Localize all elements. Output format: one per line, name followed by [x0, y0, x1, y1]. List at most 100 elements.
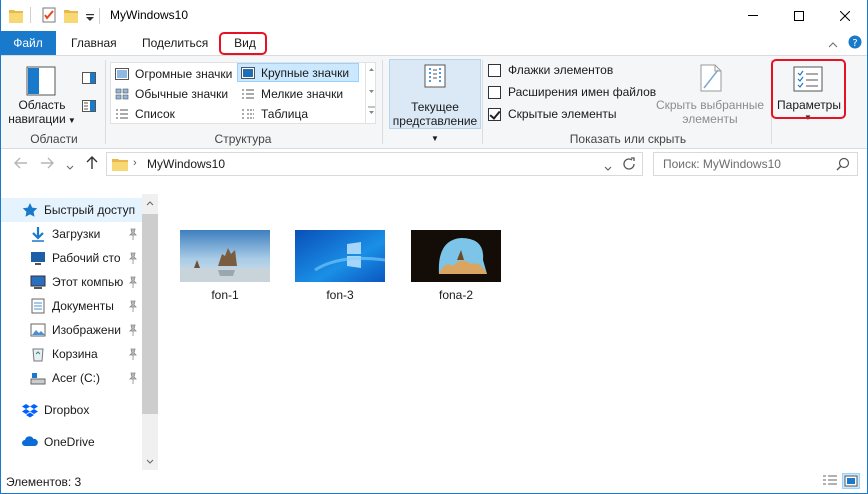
pin-icon[interactable]: [128, 372, 138, 384]
details-pane-icon[interactable]: [82, 100, 96, 115]
layout-large-icons[interactable]: Крупные значки: [237, 63, 359, 82]
svg-text:?: ?: [852, 38, 857, 49]
preview-pane-icon[interactable]: [82, 72, 96, 87]
checkbox-file-extensions[interactable]: Расширения имен файлов: [488, 82, 656, 102]
ribbon-tabs: Файл Главная Поделиться Вид ?: [0, 31, 868, 55]
pin-icon[interactable]: [128, 348, 138, 360]
file-name-fon-1[interactable]: fon-1: [180, 288, 270, 302]
customize-toolbar-icon[interactable]: [86, 11, 94, 25]
nav-item-drive-c[interactable]: Acer (C:): [0, 366, 142, 390]
nav-item-documents[interactable]: Документы: [0, 294, 142, 318]
breadcrumb[interactable]: MyWindows10: [147, 157, 225, 171]
image-thumbnail-icon: [295, 230, 386, 282]
current-view-button[interactable]: Текущее представление ▼: [389, 59, 481, 143]
details-view-icon[interactable]: [822, 474, 838, 491]
new-folder-icon[interactable]: [64, 7, 78, 26]
layout-extra-large-icons[interactable]: Огромные значки: [115, 64, 237, 83]
gallery-scroll[interactable]: [365, 63, 376, 123]
pin-icon[interactable]: [128, 324, 138, 336]
layout-label: Огромные значки: [135, 66, 233, 81]
nav-item-dropbox[interactable]: Dropbox: [0, 398, 142, 422]
list-icon: [116, 109, 128, 118]
divider: [105, 60, 106, 144]
nav-label: Корзина: [52, 347, 98, 361]
refresh-icon[interactable]: [623, 157, 636, 174]
tab-home[interactable]: Главная: [63, 31, 125, 55]
layout-medium-icons[interactable]: Обычные значки: [115, 84, 237, 103]
nav-item-this-pc[interactable]: Этот компью: [0, 270, 142, 294]
layout-details[interactable]: Таблица: [241, 104, 363, 123]
up-arrow-icon[interactable]: [86, 156, 98, 173]
large-icons-view-button[interactable]: [842, 473, 860, 489]
forward-arrow-icon[interactable]: [40, 157, 54, 172]
gallery-arrows-icon: [368, 68, 375, 114]
pin-icon[interactable]: [128, 276, 138, 288]
layout-gallery: Огромные значки Крупные значки Обычные з…: [110, 62, 376, 124]
minimize-button[interactable]: [730, 0, 776, 31]
file-name-fon-3[interactable]: fon-3: [295, 288, 385, 302]
properties-icon[interactable]: [42, 7, 56, 26]
details-icon: [242, 109, 254, 118]
ribbon: Область навигации ▼ Области Огромные зна…: [0, 55, 868, 149]
small-icons-icon: [242, 89, 254, 98]
checkbox-item-checkboxes[interactable]: Флажки элементов: [488, 60, 613, 80]
layout-small-icons[interactable]: Мелкие значки: [241, 84, 363, 103]
file-name-fona-2[interactable]: fona-2: [411, 288, 501, 302]
maximize-button[interactable]: [776, 0, 822, 31]
hide-selected-button[interactable]: Скрыть выбранные элементы: [650, 98, 770, 126]
file-thumbnail-fon-1[interactable]: [180, 230, 270, 282]
nav-item-pictures[interactable]: Изображени: [0, 318, 142, 342]
nav-item-recycle-bin[interactable]: Корзина: [0, 342, 142, 366]
medium-icons-icon: [115, 88, 129, 99]
tab-file[interactable]: Файл: [0, 31, 56, 55]
pin-icon[interactable]: [128, 228, 138, 240]
checkbox-hidden-items[interactable]: Скрытые элементы: [488, 104, 617, 124]
nav-item-desktop[interactable]: Рабочий сто: [0, 246, 142, 270]
navigation-pane: Быстрый доступ Загрузки Рабочий сто Этот…: [0, 194, 158, 470]
nav-label: OneDrive: [44, 435, 95, 449]
pin-icon[interactable]: [128, 300, 138, 312]
file-extensions-checkbox[interactable]: [488, 85, 501, 99]
layout-label: Мелкие значки: [261, 86, 344, 101]
nav-item-onedrive[interactable]: OneDrive: [0, 430, 142, 454]
scroll-up-icon[interactable]: [142, 197, 158, 209]
title-bar: MyWindows10: [0, 0, 868, 31]
back-arrow-icon[interactable]: [14, 157, 28, 172]
nav-label: Документы: [52, 299, 114, 313]
desktop-icon: [30, 250, 46, 266]
nav-scrollbar[interactable]: [142, 194, 158, 470]
address-bar[interactable]: › MyWindows10: [106, 152, 643, 176]
dropdown-arrow-icon: ▼: [65, 116, 76, 125]
nav-item-quick-access[interactable]: Быстрый доступ: [0, 198, 142, 222]
pin-icon[interactable]: [128, 252, 138, 264]
file-thumbnail-fon-3[interactable]: [295, 230, 386, 282]
extra-large-icons-icon: [115, 67, 129, 80]
help-icon[interactable]: ?: [848, 35, 862, 52]
collapse-ribbon-icon[interactable]: [828, 38, 838, 52]
scroll-thumb[interactable]: [142, 214, 158, 414]
scroll-down-icon[interactable]: [142, 456, 158, 468]
address-dropdown-icon[interactable]: [604, 161, 612, 175]
search-icon[interactable]: [836, 157, 850, 174]
layout-list[interactable]: Список: [115, 104, 237, 123]
dropdown-arrow-icon: ▼: [431, 134, 439, 143]
nav-item-downloads[interactable]: Загрузки: [0, 222, 142, 246]
recycle-bin-icon: [30, 346, 46, 362]
navigation-pane-button[interactable]: Область навигации ▼: [6, 98, 78, 128]
hidden-items-checkbox[interactable]: [488, 107, 501, 121]
navigation-pane-icon[interactable]: [26, 66, 56, 96]
pictures-icon: [30, 322, 46, 338]
file-thumbnail-fona-2[interactable]: [411, 230, 501, 282]
status-bar: Элементов: 3: [0, 470, 868, 494]
onedrive-icon: [22, 434, 38, 450]
item-checkboxes-checkbox[interactable]: [488, 63, 501, 77]
close-button[interactable]: [822, 0, 868, 31]
divider: [482, 60, 483, 144]
current-view-icon: [424, 64, 446, 88]
tab-share[interactable]: Поделиться: [134, 31, 216, 55]
folder-icon: [112, 156, 128, 175]
nav-label: Быстрый доступ: [44, 203, 136, 217]
search-input[interactable]: Поиск: MyWindows10: [653, 152, 858, 176]
recent-locations-icon[interactable]: [66, 160, 74, 174]
nav-label: Изображени: [52, 323, 121, 337]
